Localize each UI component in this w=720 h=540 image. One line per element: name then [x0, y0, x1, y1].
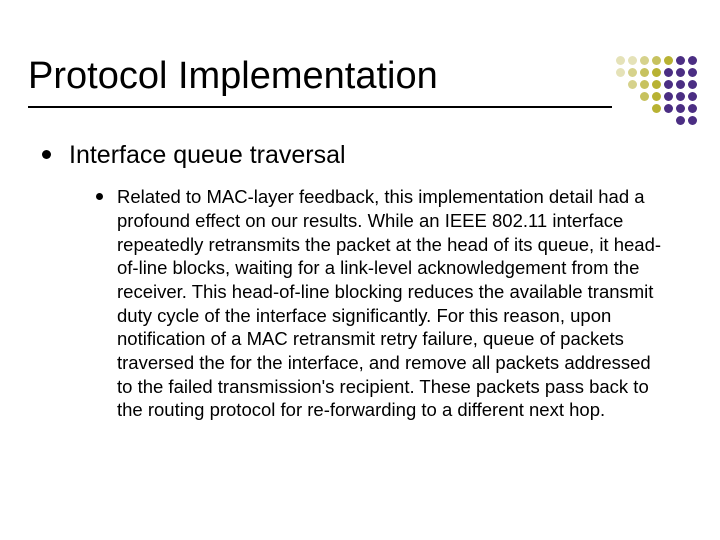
deco-dot — [640, 92, 649, 101]
deco-dot — [688, 104, 697, 113]
slide-body: Interface queue traversal Related to MAC… — [42, 140, 682, 422]
deco-dot — [664, 80, 673, 89]
deco-dot — [688, 92, 697, 101]
bullet-level1-text: Interface queue traversal — [69, 140, 346, 171]
bullet-icon — [42, 150, 51, 159]
deco-dot — [652, 104, 661, 113]
deco-dot — [652, 92, 661, 101]
deco-dot — [652, 80, 661, 89]
slide-title: Protocol Implementation — [28, 55, 438, 98]
deco-dot — [640, 80, 649, 89]
deco-dot — [688, 80, 697, 89]
deco-dot — [676, 56, 685, 65]
deco-dot — [652, 68, 661, 77]
deco-dot — [652, 56, 661, 65]
title-underline — [28, 106, 612, 108]
deco-dot — [628, 56, 637, 65]
deco-dot — [676, 68, 685, 77]
bullet-level1: Interface queue traversal — [42, 140, 682, 171]
deco-dot — [628, 80, 637, 89]
deco-dot — [688, 56, 697, 65]
deco-dot — [676, 92, 685, 101]
deco-dot — [676, 116, 685, 125]
slide: Protocol Implementation Interface queue … — [0, 0, 720, 540]
deco-dot — [616, 56, 625, 65]
deco-dot — [628, 68, 637, 77]
deco-dot — [676, 104, 685, 113]
deco-dot — [640, 68, 649, 77]
deco-dot — [676, 80, 685, 89]
deco-dot — [616, 68, 625, 77]
deco-dot — [664, 92, 673, 101]
deco-dot — [664, 68, 673, 77]
deco-dot — [688, 68, 697, 77]
bullet-level2-text: Related to MAC-layer feedback, this impl… — [117, 185, 662, 422]
deco-dot — [640, 56, 649, 65]
deco-dot — [688, 116, 697, 125]
decorative-dot-grid — [616, 56, 704, 128]
deco-dot — [664, 56, 673, 65]
bullet-icon — [96, 193, 103, 200]
bullet-level2: Related to MAC-layer feedback, this impl… — [96, 185, 662, 422]
deco-dot — [664, 104, 673, 113]
